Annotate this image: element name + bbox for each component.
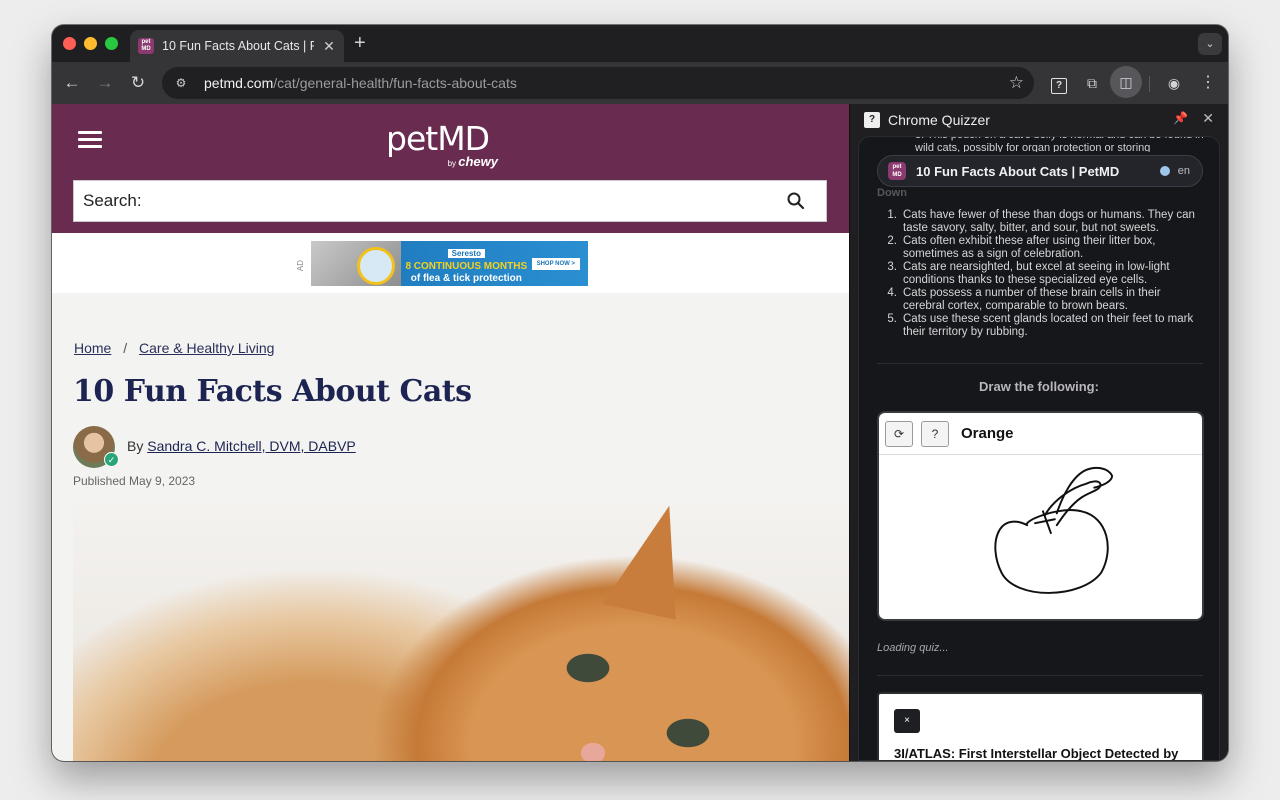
- article-title: 10 Fun Facts About Cats: [73, 374, 472, 409]
- loading-status: Loading quiz...: [877, 642, 949, 654]
- back-button[interactable]: ←: [61, 72, 83, 94]
- clue-section-heading: Down: [877, 187, 907, 199]
- browser-menu-icon[interactable]: ⋮: [1196, 71, 1220, 95]
- orange-sketch-body: [994, 509, 1109, 594]
- clipped-clue-text: 3. This pouch on a cat's belly is normal…: [915, 137, 1204, 154]
- search-icon[interactable]: [786, 191, 806, 211]
- tab-petmd[interactable]: pet MD 10 Fun Facts About Cats | Pet ✕: [130, 30, 344, 62]
- petmd-favicon-icon: pet MD: [138, 38, 154, 54]
- list-item: 2. Cats often exhibit these after using t…: [887, 235, 1156, 260]
- ad-brand: Seresto: [447, 248, 485, 258]
- ad-shop-now-button[interactable]: SHOP NOW >: [531, 257, 580, 270]
- logo-text: petMD: [386, 119, 490, 158]
- quizzer-logo-icon: ?: [864, 112, 880, 128]
- chip-language[interactable]: en: [1178, 165, 1190, 177]
- pin-icon[interactable]: 📌: [1173, 111, 1188, 125]
- bookmark-star-icon[interactable]: ☆: [1009, 73, 1024, 93]
- url-host: petmd.com: [204, 75, 274, 91]
- side-panel-toggle-icon[interactable]: ◫: [1110, 66, 1142, 98]
- byline: By Sandra C. Mitchell, DVM, DABVP: [127, 438, 356, 454]
- verified-check-icon: ✓: [104, 452, 119, 467]
- chip-favicon-icon: pet MD: [888, 162, 906, 180]
- breadcrumb-care-link[interactable]: Care & Healthy Living: [139, 340, 274, 356]
- byline-prefix: By: [127, 438, 144, 454]
- drawing-card: ⟳ ? Orange: [877, 411, 1204, 621]
- cat-ear-shape: [602, 496, 699, 620]
- author-link[interactable]: Sandra C. Mitchell, DVM, DABVP: [147, 438, 356, 454]
- side-panel: ? Chrome Quizzer 📌 ✕ 3. This pouch on a …: [849, 104, 1228, 761]
- orange-sketch-leaf: [1055, 466, 1114, 515]
- draw-heading: Draw the following:: [979, 379, 1099, 394]
- tab-strip: pet MD 10 Fun Facts About Cats | Pet ✕ +…: [52, 25, 1228, 62]
- petmd-logo[interactable]: petMD by chewy: [386, 119, 506, 170]
- drawing-toolbar: ⟳ ? Orange: [879, 413, 1202, 455]
- section-divider: [877, 675, 1203, 676]
- section-divider: [877, 363, 1203, 364]
- published-date: Published May 9, 2023: [73, 474, 196, 488]
- hamburger-menu-icon[interactable]: [78, 131, 102, 148]
- hero-cat-image: [73, 496, 849, 761]
- ad-product-image: [311, 241, 401, 286]
- search-label: Search:: [83, 191, 142, 210]
- ad-row: AD Seresto 8 CONTINUOUS MONTHS of flea &…: [52, 233, 849, 293]
- news-close-button[interactable]: ×: [894, 709, 920, 733]
- side-panel-title: Chrome Quizzer: [888, 112, 990, 128]
- toolbar-divider: [1149, 76, 1150, 92]
- tab-search-button[interactable]: ⌄: [1198, 33, 1222, 55]
- list-item: 1. Cats have fewer of these than dogs or …: [887, 209, 1195, 234]
- browser-window: pet MD 10 Fun Facts About Cats | Pet ✕ +…: [52, 25, 1228, 761]
- profile-avatar-icon[interactable]: ◉: [1162, 71, 1186, 95]
- ad-label: AD: [296, 259, 306, 272]
- extensions-puzzle-icon[interactable]: ⧉: [1080, 71, 1104, 95]
- list-item: 3. Cats are nearsighted, but excel at see…: [887, 261, 1170, 286]
- logo-byline: by chewy: [447, 154, 498, 169]
- breadcrumb: Home / Care & Healthy Living: [74, 340, 274, 356]
- address-bar[interactable]: ⚙ petmd.com /cat/general-health/fun-fact…: [162, 67, 1034, 99]
- browser-toolbar: ← → ↻ ⚙ petmd.com /cat/general-health/fu…: [52, 62, 1228, 104]
- refresh-drawing-button[interactable]: ⟳: [885, 420, 913, 447]
- draw-prompt-word: Orange: [961, 425, 1014, 442]
- ad-banner[interactable]: Seresto 8 CONTINUOUS MONTHS of flea & ti…: [311, 241, 588, 286]
- clue-list: 1. Cats have fewer of these than dogs or …: [877, 209, 1203, 339]
- ad-subline: of flea & tick protection: [410, 272, 522, 284]
- breadcrumb-home-link[interactable]: Home: [74, 340, 111, 356]
- web-page: petMD by chewy Search: AD Seresto 8 CONT…: [52, 104, 849, 761]
- minimize-window-button[interactable]: [84, 37, 97, 50]
- language-globe-icon: [1159, 166, 1170, 176]
- new-tab-button[interactable]: +: [354, 33, 366, 53]
- page-chip[interactable]: pet MD 10 Fun Facts About Cats | PetMD e…: [877, 155, 1203, 187]
- list-item: 5. Cats use these scent glands located on…: [887, 313, 1194, 338]
- breadcrumb-separator: /: [123, 340, 128, 356]
- help-button[interactable]: ?: [921, 420, 949, 447]
- list-item: 4. Cats possess a number of these brain c…: [887, 287, 1161, 312]
- tab-close-icon[interactable]: ✕: [322, 38, 336, 55]
- site-header: petMD by chewy Search:: [52, 104, 849, 233]
- news-card[interactable]: × 3I/ATLAS: First Interstellar Object De…: [877, 692, 1204, 761]
- chip-title: 10 Fun Facts About Cats | PetMD: [916, 163, 1120, 179]
- orange-sketch-navel: [1034, 510, 1056, 535]
- close-panel-icon[interactable]: ✕: [1202, 110, 1214, 127]
- quizzer-extension-icon[interactable]: ?: [1047, 71, 1071, 95]
- forward-button[interactable]: →: [94, 72, 116, 94]
- news-title: 3I/ATLAS: First Interstellar Object Dete…: [894, 746, 1179, 761]
- drawing-canvas[interactable]: [879, 455, 1202, 621]
- maximize-window-button[interactable]: [105, 37, 118, 50]
- site-info-icon[interactable]: ⚙: [172, 74, 190, 92]
- reload-button[interactable]: ↻: [127, 72, 149, 94]
- site-search-input[interactable]: Search:: [73, 180, 827, 222]
- url-path: /cat/general-health/fun-facts-about-cats: [273, 75, 517, 91]
- quizzer-content[interactable]: 3. This pouch on a cat's belly is normal…: [858, 136, 1220, 761]
- tab-title: 10 Fun Facts About Cats | Pet: [162, 39, 314, 53]
- close-window-button[interactable]: [63, 37, 76, 50]
- side-panel-header: ? Chrome Quizzer 📌 ✕: [850, 104, 1228, 136]
- ad-headline: 8 CONTINUOUS MONTHS: [405, 260, 528, 272]
